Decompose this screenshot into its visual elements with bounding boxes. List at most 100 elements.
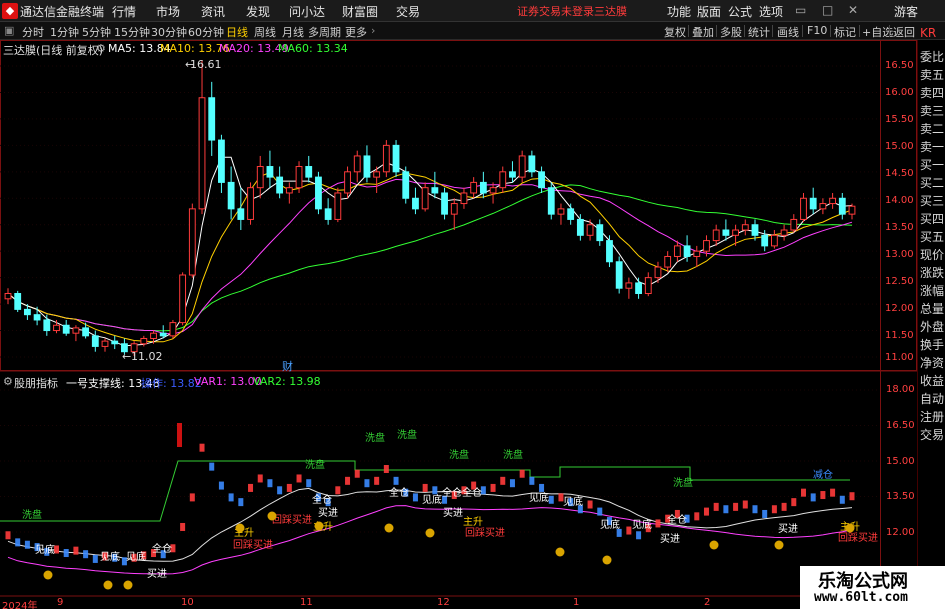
candle-up — [712, 229, 720, 242]
panel-header: KR — [920, 26, 937, 40]
candle-down — [266, 166, 274, 178]
candle-down — [159, 332, 167, 337]
op-band-bar — [830, 488, 836, 497]
menu-shichang[interactable]: 市场 — [156, 3, 180, 20]
candle-up — [499, 171, 507, 189]
guest-label[interactable]: 游客 — [894, 3, 918, 20]
menu-faxian[interactable]: 发现 — [246, 3, 270, 20]
btn-duogu[interactable]: 多股 — [720, 24, 742, 40]
period-daily[interactable]: 日线 — [226, 24, 248, 40]
op-band-bar — [548, 495, 554, 504]
candle-down — [43, 319, 51, 332]
side-panel-item[interactable]: 注册 — [920, 408, 944, 425]
ma20-path — [7, 178, 853, 335]
var2-label: VAR2: 13.98 — [253, 375, 321, 388]
signal-huicai: 回踩买进 — [272, 514, 312, 526]
candle-down — [23, 308, 31, 316]
period-1min[interactable]: 1分钟 — [50, 24, 79, 40]
candle-up — [557, 208, 565, 215]
btn-diejia[interactable]: 叠加 — [692, 24, 714, 40]
side-panel-item: 卖三 — [920, 104, 945, 118]
maximize-icon[interactable]: □ — [822, 3, 833, 17]
candle-up — [693, 250, 701, 257]
btn-back[interactable]: 返回 — [893, 24, 915, 40]
period-15min[interactable]: 15分钟 — [114, 24, 150, 40]
x-tick: 10 — [181, 597, 194, 608]
minimize-icon[interactable]: ▭ — [795, 3, 806, 17]
candle-up — [460, 192, 468, 205]
signal-xipan: 洗盘 — [365, 431, 385, 444]
btn-biaoji[interactable]: 标记 — [834, 24, 856, 40]
candle-up — [829, 197, 837, 205]
candle-down — [528, 155, 536, 173]
candle-down — [412, 197, 419, 210]
op-label: 操作: 13.82 — [141, 377, 202, 390]
btn-f10[interactable]: F10 — [807, 24, 827, 37]
money-bag-icon — [709, 540, 719, 550]
op-band-bar — [762, 509, 768, 518]
finance-event-marker[interactable]: 财 — [282, 358, 293, 374]
period-60min[interactable]: 60分钟 — [188, 24, 224, 40]
title-bar: ◆ 通达信金融终端 行情 市场 资讯 发现 问小达 财富圈 交易 证券交易未登录… — [0, 0, 945, 22]
candle-down — [567, 208, 575, 220]
period-more[interactable]: 更多 — [345, 24, 367, 40]
indicator-gear-icon[interactable]: ⚙ — [3, 375, 13, 388]
op-band-bar — [791, 498, 797, 507]
op-band-bar — [306, 479, 312, 488]
btn-huaxian[interactable]: 画线 — [777, 24, 799, 40]
op-band-bar — [354, 469, 360, 478]
period-weekly[interactable]: 周线 — [254, 24, 276, 40]
high-arrow-icon: ← — [185, 58, 195, 71]
candle-up — [819, 203, 827, 210]
settings-gear-icon[interactable]: ⚙ — [96, 42, 106, 55]
menu-caifuquan[interactable]: 财富圈 — [342, 3, 378, 20]
op-band-bar — [636, 531, 642, 540]
btn-fuquan[interactable]: 复权 — [664, 24, 686, 40]
op-band-bar — [626, 526, 632, 535]
candle-down — [14, 293, 22, 310]
op-band-bar — [500, 476, 506, 485]
op-band-bar — [180, 522, 186, 531]
candle-up — [188, 208, 196, 276]
menu-zixun[interactable]: 资讯 — [201, 3, 225, 20]
ma10-line — [7, 171, 853, 343]
x-tick: 2 — [704, 597, 711, 608]
menu-gongneng[interactable]: 功能 — [667, 3, 691, 20]
period-monthly[interactable]: 月线 — [282, 24, 304, 40]
menu-xuanxiang[interactable]: 选项 — [759, 3, 783, 20]
side-panel-item: 买一 — [920, 158, 945, 172]
x-tick: 2024年 — [2, 601, 38, 609]
menu-gongshi[interactable]: 公式 — [728, 3, 752, 20]
period-30min[interactable]: 30分钟 — [151, 24, 187, 40]
toolbar-left-icon[interactable]: ▣ — [4, 24, 14, 37]
candle-down — [547, 187, 555, 215]
close-icon[interactable]: ✕ — [848, 3, 858, 17]
login-notice[interactable]: 证券交易未登录 — [517, 3, 594, 19]
op-band-bar — [703, 507, 709, 516]
op-band-bar — [655, 519, 661, 528]
menu-hangqing[interactable]: 行情 — [112, 3, 136, 20]
side-panel-item: 涨跌 — [920, 266, 945, 280]
side-panel-item[interactable]: 交易 — [920, 426, 944, 443]
menu-jiaoyi[interactable]: 交易 — [396, 3, 420, 20]
period-fenshi[interactable]: 分时 — [22, 24, 44, 40]
op-band-bar — [238, 498, 244, 507]
op-band-bar — [539, 483, 545, 492]
side-panel-item[interactable]: 自动 — [920, 390, 944, 407]
btn-tongji[interactable]: 统计 — [748, 24, 770, 40]
period-multi[interactable]: 多周期 — [308, 24, 341, 40]
signal-zhusheng: 主升 — [463, 516, 483, 528]
candle-down — [402, 171, 410, 199]
menu-banmian[interactable]: 版面 — [697, 3, 721, 20]
op-band-bar — [199, 443, 205, 452]
signal-quancang: 全仓 — [667, 513, 687, 526]
ma5-path — [7, 156, 853, 347]
kline-chart[interactable]: 洗盘洗盘洗盘洗盘洗盘 洗盘洗盘见底见底 见底见底 见底 见底见底 见底买进买进 买进买进买进… — [0, 40, 917, 609]
op-band-bar — [587, 500, 593, 509]
period-5min[interactable]: 5分钟 — [82, 24, 111, 40]
op-band-bar — [267, 479, 273, 488]
signal-xipan: 洗盘 — [397, 428, 417, 441]
signal-maijin: 买进 — [318, 507, 338, 519]
more-chevron-icon[interactable]: › — [371, 24, 375, 37]
menu-wenxiaoda[interactable]: 问小达 — [289, 3, 325, 20]
